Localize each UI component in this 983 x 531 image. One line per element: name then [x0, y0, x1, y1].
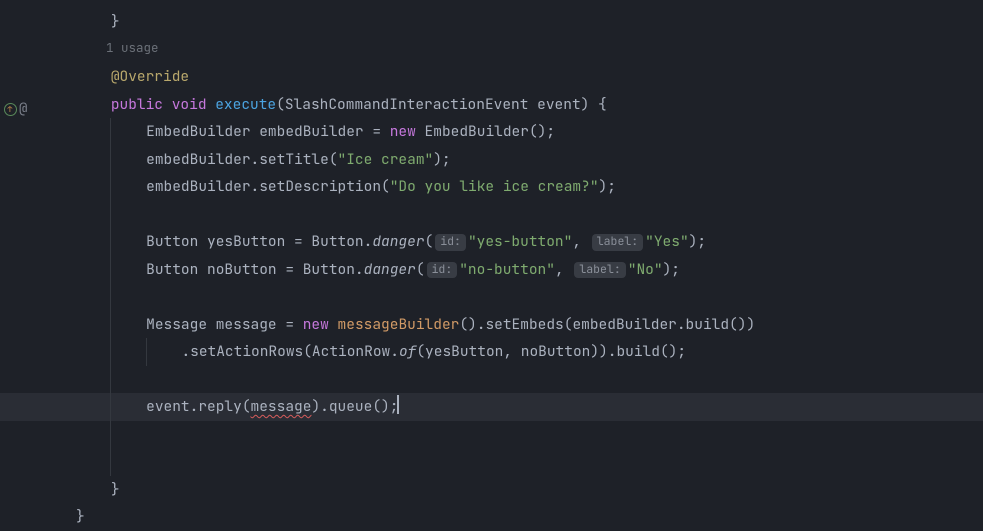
code-line[interactable] [76, 366, 976, 394]
override-circle-icon [4, 103, 17, 116]
code-text: ); [689, 232, 706, 251]
brace-close: } [76, 507, 85, 526]
override-gutter-icon[interactable]: @ [4, 96, 27, 123]
error-underline: message [251, 397, 312, 416]
usage-hint[interactable]: 1 usage [76, 36, 976, 64]
code-line[interactable]: EmbedBuilder embedBuilder = new EmbedBui… [76, 118, 976, 146]
param-hint-label: label: [574, 262, 625, 279]
code-text: ).queue(); [311, 397, 398, 416]
code-line[interactable]: @Override [76, 63, 976, 91]
code-text: Button noButton = Button. [146, 260, 364, 279]
code-line[interactable] [76, 421, 976, 449]
override-annotation: @Override [111, 67, 189, 86]
code-editor[interactable]: } 1 usage @Override public void execute(… [76, 8, 976, 531]
string-literal: "yes-button" [468, 232, 572, 251]
param-hint-id: id: [435, 234, 466, 251]
keyword-public: public [111, 95, 163, 114]
code-line[interactable]: .setActionRows(ActionRow.of(yesButton, n… [76, 338, 976, 366]
string-literal: "Do you like ice cream?" [390, 177, 599, 196]
param-hint-id: id: [427, 262, 458, 279]
code-line[interactable]: Button yesButton = Button.danger(id:"yes… [76, 228, 976, 256]
param-name: event [537, 95, 581, 114]
code-line[interactable]: Message message = new messageBuilder().s… [76, 311, 976, 339]
code-text: ().setEmbeds(embedBuilder.build()) [459, 315, 755, 334]
usage-count: 1 usage [106, 39, 159, 56]
static-method: of [399, 342, 416, 361]
code-text: EmbedBuilder embedBuilder = [146, 122, 390, 141]
string-literal: "Yes" [645, 232, 689, 251]
code-text: Message message = [146, 315, 303, 334]
param-type: SlashCommandInteractionEvent [285, 95, 529, 114]
code-text: ); [599, 177, 616, 196]
code-text: (yesButton, noButton)).build(); [416, 342, 686, 361]
brace-close: } [111, 480, 120, 499]
keyword-new: new [390, 122, 416, 141]
code-text: , [555, 260, 572, 279]
code-text: ); [663, 260, 680, 279]
code-line[interactable]: embedBuilder.setTitle("Ice cream"); [76, 146, 976, 174]
code-line[interactable]: Button noButton = Button.danger(id:"no-b… [76, 256, 976, 284]
code-text: .setActionRows(ActionRow. [181, 342, 399, 361]
code-line[interactable]: embedBuilder.setDescription("Do you like… [76, 173, 976, 201]
code-line[interactable]: public void execute(SlashCommandInteract… [76, 91, 976, 119]
code-line[interactable]: } [76, 476, 976, 504]
code-line[interactable] [76, 201, 976, 229]
code-text: embedBuilder.setTitle( [146, 150, 337, 169]
constructor-error: messageBuilder [338, 315, 460, 334]
code-line[interactable] [76, 448, 976, 476]
code-text: embedBuilder.setDescription( [146, 177, 390, 196]
param-hint-label: label: [592, 234, 643, 251]
code-line[interactable]: } [76, 8, 976, 36]
at-icon: @ [19, 96, 27, 123]
code-line[interactable] [76, 283, 976, 311]
code-text: EmbedBuilder(); [416, 122, 555, 141]
text-caret [397, 395, 399, 414]
keyword-new: new [303, 315, 329, 334]
static-method: danger [364, 260, 416, 279]
string-literal: "Ice cream" [338, 150, 434, 169]
code-text: ); [433, 150, 450, 169]
code-line[interactable]: } [76, 503, 976, 531]
code-text [329, 315, 338, 334]
brace-close: } [111, 12, 120, 31]
code-text: ( [416, 260, 425, 279]
method-name: execute [215, 95, 276, 114]
code-text: , [572, 232, 589, 251]
current-line[interactable]: event.reply(message).queue(); [0, 393, 983, 421]
string-literal: "No" [628, 260, 663, 279]
static-method: danger [372, 232, 424, 251]
method-open: ) { [581, 95, 607, 114]
code-text: Button yesButton = Button. [146, 232, 372, 251]
code-text: ( [425, 232, 434, 251]
string-literal: "no-button" [459, 260, 555, 279]
keyword-void: void [172, 95, 207, 114]
editor-gutter: @ [0, 0, 48, 531]
code-text: event.reply( [146, 397, 250, 416]
